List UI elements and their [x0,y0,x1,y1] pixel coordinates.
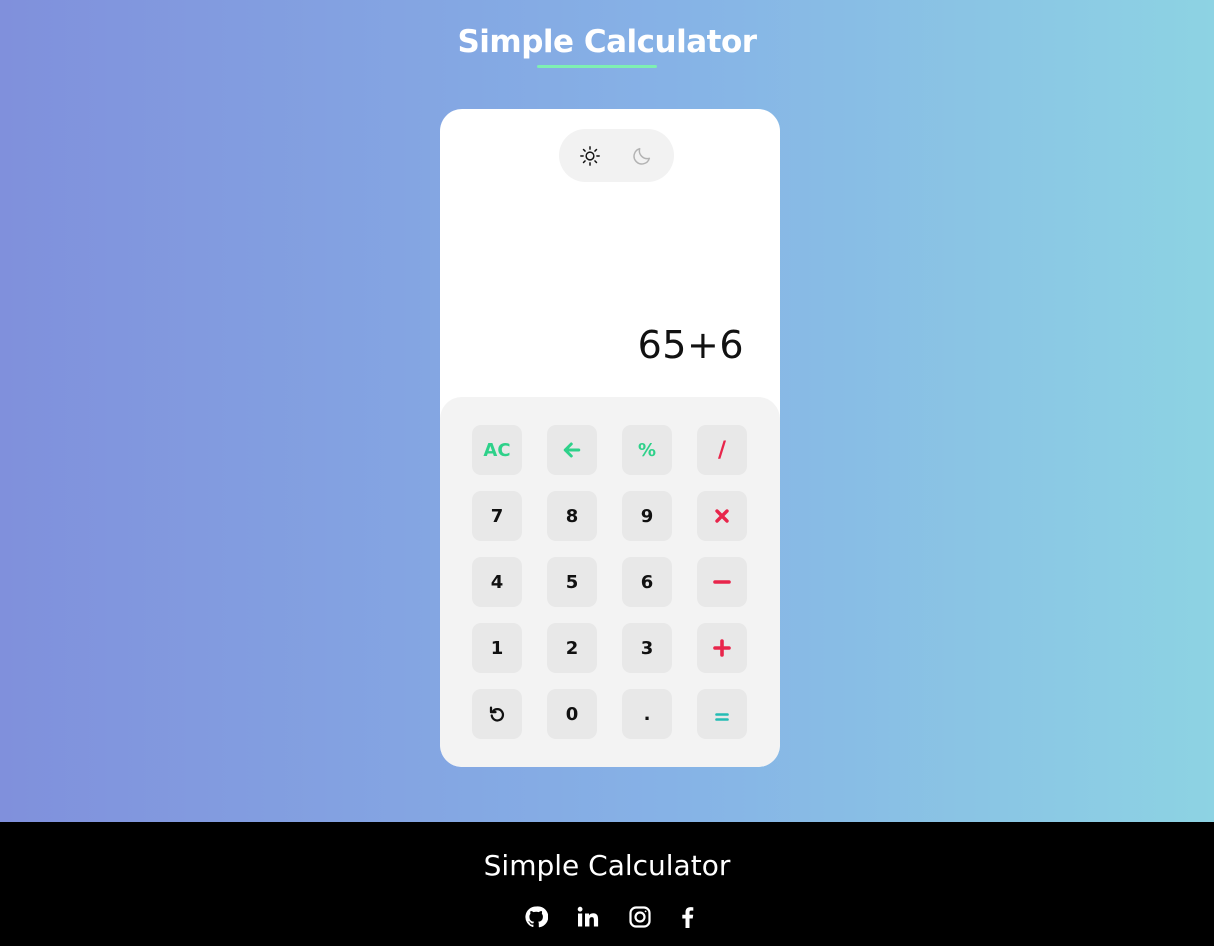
minus-button[interactable] [697,557,747,607]
title-underline [537,65,657,68]
theme-toggle [559,129,674,182]
multiply-button[interactable] [697,491,747,541]
calculator-display: 65+6 [637,323,744,367]
facebook-icon[interactable] [675,904,701,930]
undo-button[interactable] [472,689,522,739]
page-title: Simple Calculator [457,24,757,60]
moon-icon[interactable] [628,142,656,170]
digit-6-button[interactable]: 6 [622,557,672,607]
multiply-icon [715,509,729,523]
divide-button[interactable]: / [697,425,747,475]
digit-3-button[interactable]: 3 [622,623,672,673]
plus-button[interactable] [697,623,747,673]
equals-button[interactable] [697,689,747,739]
backspace-arrow-icon [563,442,581,458]
digit-1-button[interactable]: 1 [472,623,522,673]
digit-8-button[interactable]: 8 [547,491,597,541]
digit-5-button[interactable]: 5 [547,557,597,607]
digit-2-button[interactable]: 2 [547,623,597,673]
digit-4-button[interactable]: 4 [472,557,522,607]
decimal-button[interactable]: . [622,689,672,739]
footer-title: Simple Calculator [483,849,731,882]
footer: Simple Calculator [0,822,1214,946]
keypad: AC % / 7 8 9 4 5 6 1 2 3 0 . [440,397,780,767]
undo-icon [489,706,505,722]
plus-icon [713,639,731,657]
digit-7-button[interactable]: 7 [472,491,522,541]
github-icon[interactable] [523,904,549,930]
equals-icon [715,713,729,721]
backspace-button[interactable] [547,425,597,475]
digit-9-button[interactable]: 9 [622,491,672,541]
calculator-card: 65+6 AC % / 7 8 9 4 5 6 1 2 3 0 . [440,109,780,767]
minus-icon [713,580,731,584]
clear-button[interactable]: AC [472,425,522,475]
percent-button[interactable]: % [622,425,672,475]
linkedin-icon[interactable] [575,904,601,930]
digit-0-button[interactable]: 0 [547,689,597,739]
sun-icon[interactable] [576,142,604,170]
instagram-icon[interactable] [627,904,653,930]
